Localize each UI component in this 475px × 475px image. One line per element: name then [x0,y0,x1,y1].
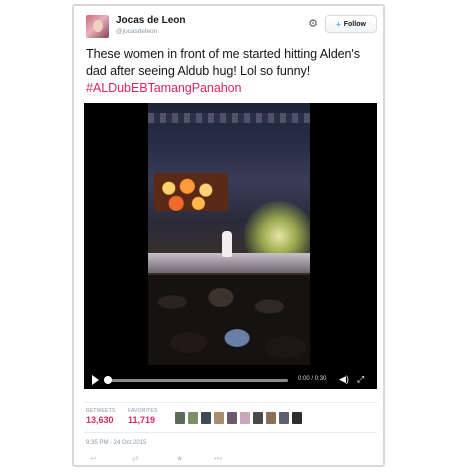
video-controls: 0:00 / 0:30 ◀) ⤢ [84,371,377,389]
user-handle[interactable]: @jocasdeleon [116,28,157,35]
favoriter-avatar[interactable] [253,412,263,424]
favorites-count: 11,719 [128,415,156,425]
user-name[interactable]: Jocas de Leon [116,15,185,26]
favoriter-avatar[interactable] [279,412,289,424]
follow-label: Follow [343,20,366,28]
video-progress-bar[interactable] [106,379,288,382]
play-icon[interactable] [92,375,99,385]
retweets-count: 13,630 [86,415,114,425]
video-frame [148,103,310,365]
favoriters-avatars [175,412,302,424]
follow-bird-icon: + [336,19,341,29]
divider [84,432,377,433]
retweet-icon[interactable]: ⇄ [132,454,139,464]
video-scrubber-handle[interactable] [104,376,112,384]
follow-button[interactable]: + Follow [325,15,377,33]
tweet-timestamp[interactable]: 9:35 PM - 24 Oct 2015 [86,440,146,446]
more-icon[interactable]: ••• [214,454,222,464]
tweet-body: These women in front of me started hitti… [86,47,360,78]
favoriter-avatar[interactable] [292,412,302,424]
video-player[interactable]: 0:00 / 0:30 ◀) ⤢ [84,103,377,389]
volume-icon[interactable]: ◀) [339,373,351,385]
fullscreen-icon[interactable]: ⤢ [357,373,369,385]
favoriter-avatar[interactable] [266,412,276,424]
favoriter-avatar[interactable] [175,412,185,424]
tweet-text: These women in front of me started hitti… [86,46,378,97]
favoriter-avatar[interactable] [227,412,237,424]
retweets-stat[interactable]: RETWEETS 13,630 [86,408,115,425]
gear-icon[interactable]: ⚙ [307,18,319,30]
favorite-icon[interactable]: ★ [176,454,183,464]
favorites-label: FAVORITES [128,408,158,414]
favoriter-avatar[interactable] [214,412,224,424]
hashtag-link[interactable]: #ALDubEBTamangPanahon [86,81,242,95]
reply-icon[interactable]: ↩ [90,454,97,464]
favoriter-avatar[interactable] [201,412,211,424]
favorites-stat[interactable]: FAVORITES 11,719 [128,408,158,425]
divider [84,402,377,403]
retweets-label: RETWEETS [86,408,116,414]
favoriter-avatar[interactable] [188,412,198,424]
video-time: 0:00 / 0:30 [298,376,327,382]
avatar[interactable] [86,15,109,38]
tweet-card: Jocas de Leon @jocasdeleon ⚙ + Follow Th… [72,4,385,467]
tweet-actions: ↩ ⇄ ★ ••• [84,454,254,464]
favoriter-avatar[interactable] [240,412,250,424]
